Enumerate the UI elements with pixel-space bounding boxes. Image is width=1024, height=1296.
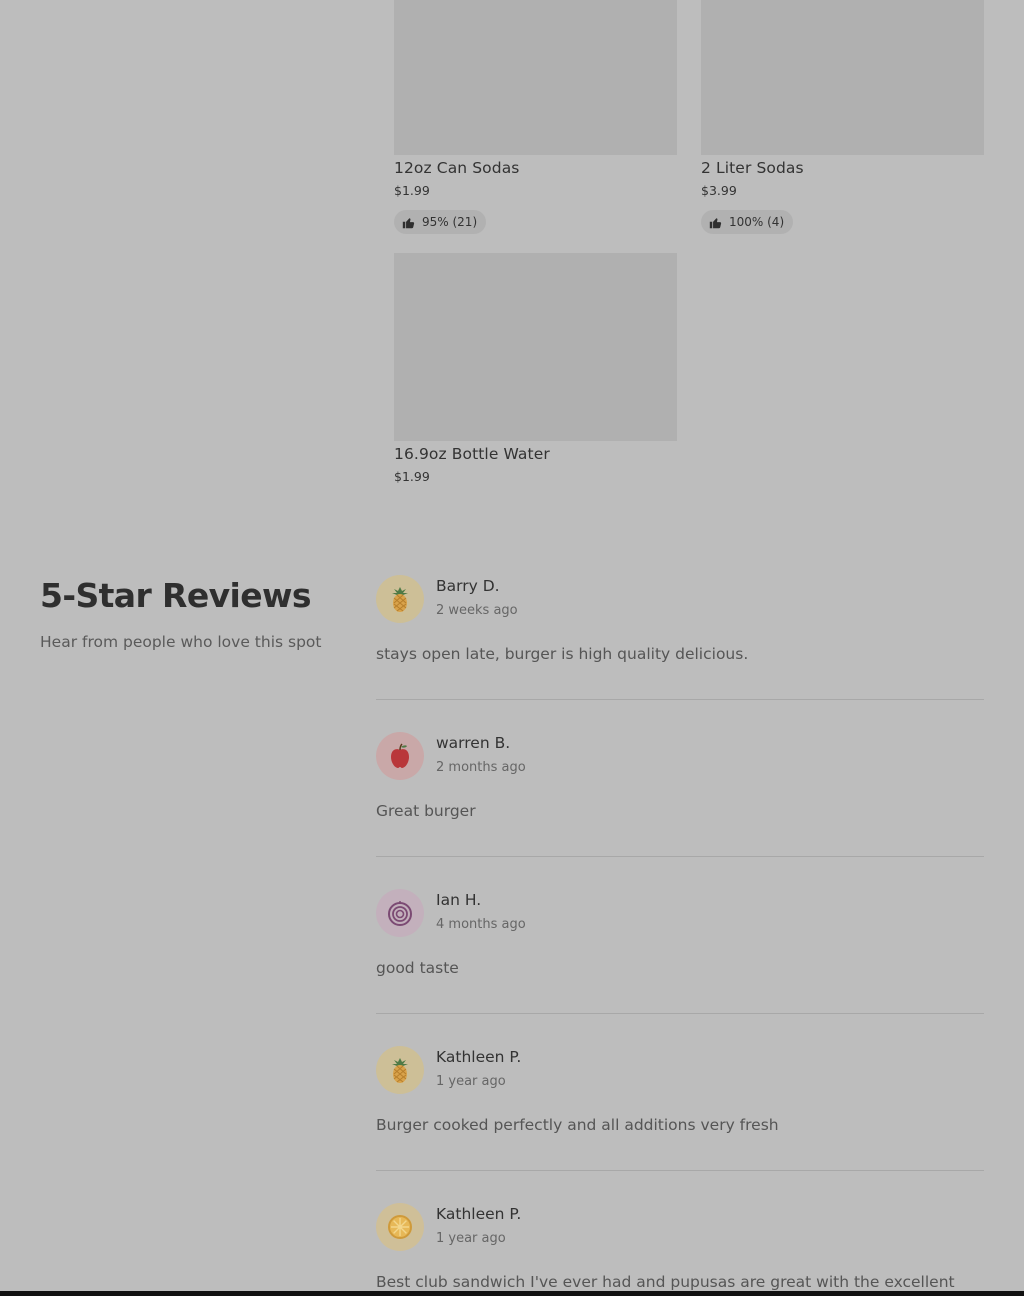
product-image[interactable] <box>701 0 984 155</box>
apple-icon <box>391 743 409 768</box>
review-item: Barry D. 2 weeks ago stays open late, bu… <box>376 575 984 732</box>
product-name: 12oz Can Sodas <box>394 159 520 177</box>
page: 12oz Can Sodas $1.99 95% (21) 2 Liter So… <box>0 0 1024 1296</box>
product-image[interactable] <box>394 0 677 155</box>
review-text: Burger cooked perfectly and all addition… <box>376 1116 779 1134</box>
divider <box>376 699 984 700</box>
review-author[interactable]: Kathleen P. <box>436 1205 521 1223</box>
review-item: Kathleen P. 1 year ago Burger cooked per… <box>376 1046 984 1203</box>
review-author[interactable]: warren B. <box>436 734 510 752</box>
divider <box>376 1013 984 1014</box>
review-date: 1 year ago <box>436 1231 506 1246</box>
avatar <box>376 1203 424 1251</box>
bottom-edge-bar <box>0 1291 1024 1296</box>
product-card-can-sodas[interactable]: 12oz Can Sodas $1.99 95% (21) <box>394 0 677 234</box>
divider <box>376 856 984 857</box>
product-name: 2 Liter Sodas <box>701 159 804 177</box>
lemon-icon <box>388 1215 412 1239</box>
reviews-title: 5-Star Reviews <box>40 576 312 615</box>
review-text: good taste <box>376 959 459 977</box>
review-date: 2 months ago <box>436 760 526 775</box>
rating-badge: 100% (4) <box>701 210 794 234</box>
product-price: $1.99 <box>394 183 430 198</box>
product-card-bottle-water[interactable]: 16.9oz Bottle Water $1.99 <box>394 253 677 483</box>
avatar <box>376 575 424 623</box>
rating-badge: 95% (21) <box>394 210 487 234</box>
review-text: Best club sandwich I've ever had and pup… <box>376 1273 955 1291</box>
review-item: Ian H. 4 months ago good taste <box>376 889 984 1046</box>
review-text: Great burger <box>376 802 476 820</box>
review-date: 4 months ago <box>436 917 526 932</box>
review-text: stays open late, burger is high quality … <box>376 645 749 663</box>
review-date: 1 year ago <box>436 1074 506 1089</box>
onion-icon <box>388 901 412 926</box>
review-author[interactable]: Kathleen P. <box>436 1048 521 1066</box>
thumbs-up-icon <box>402 217 415 228</box>
review-item: warren B. 2 months ago Great burger <box>376 732 984 889</box>
review-date: 2 weeks ago <box>436 603 518 618</box>
avatar <box>376 1046 424 1094</box>
rating-text: 100% (4) <box>729 215 785 229</box>
divider <box>376 1170 984 1171</box>
pineapple-icon <box>392 587 408 612</box>
review-item: Kathleen P. 1 year ago Best club sandwic… <box>376 1203 984 1296</box>
product-price: $1.99 <box>394 469 430 484</box>
product-price: $3.99 <box>701 183 737 198</box>
review-author[interactable]: Ian H. <box>436 891 481 909</box>
pineapple-icon <box>392 1058 408 1083</box>
reviews-subtitle: Hear from people who love this spot <box>40 633 322 651</box>
avatar <box>376 732 424 780</box>
rating-text: 95% (21) <box>422 215 478 229</box>
avatar <box>376 889 424 937</box>
review-author[interactable]: Barry D. <box>436 577 500 595</box>
product-card-2-liter-sodas[interactable]: 2 Liter Sodas $3.99 100% (4) <box>701 0 984 234</box>
thumbs-up-icon <box>709 217 722 228</box>
product-name: 16.9oz Bottle Water <box>394 445 550 463</box>
product-image[interactable] <box>394 253 677 441</box>
